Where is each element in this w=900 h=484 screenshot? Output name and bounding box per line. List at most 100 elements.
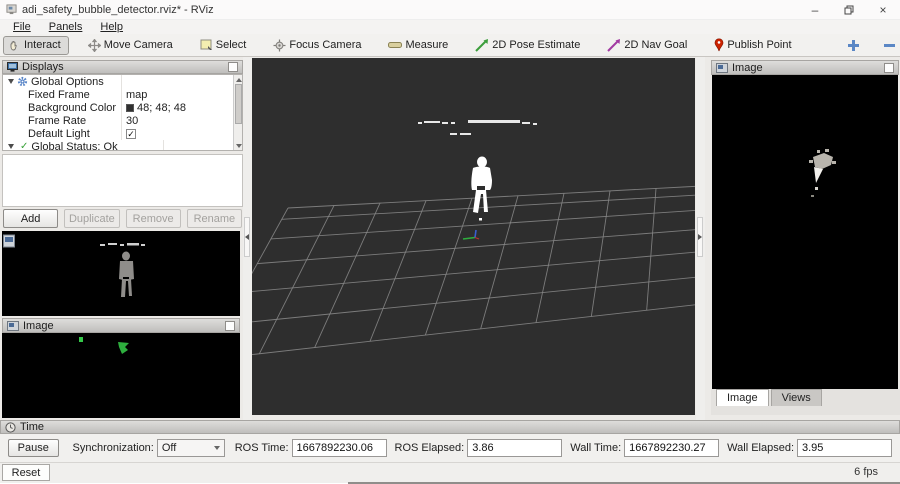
zoom-out-button[interactable] <box>880 36 900 54</box>
tree-value-text[interactable]: map <box>126 89 147 101</box>
close-icon[interactable]: × <box>866 0 900 19</box>
undock-icon[interactable] <box>225 321 235 331</box>
tab-image[interactable]: Image <box>716 389 769 406</box>
render-viewport-3d[interactable] <box>252 58 695 415</box>
tree-row-default-light[interactable]: Default Light ✓ <box>3 127 242 140</box>
tab-views[interactable]: Views <box>771 389 822 406</box>
scroll-up-icon[interactable] <box>234 75 243 84</box>
status-ok-check-icon: ✓ <box>20 141 28 151</box>
tree-row-fixed-frame[interactable]: Fixed Frame map <box>3 88 242 101</box>
menu-file[interactable]: File <box>4 21 40 33</box>
menu-bar: File Panels Help <box>0 20 900 34</box>
move-camera-tool-button[interactable]: Move Camera <box>83 36 181 55</box>
image-panel-header[interactable]: Image <box>2 318 240 333</box>
tree-label-text: Global Status: Ok <box>31 141 117 152</box>
tree-row-background-color[interactable]: Background Color 48; 48; 48 <box>3 101 242 114</box>
sync-value: Off <box>162 442 176 454</box>
pose-estimate-tool-button[interactable]: 2D Pose Estimate <box>470 36 588 55</box>
displays-buttons: Add Duplicate Remove Rename <box>3 209 242 228</box>
menu-help[interactable]: Help <box>91 21 132 33</box>
right-image-panel-header[interactable]: Image <box>711 60 899 75</box>
tree-value-text[interactable]: 30 <box>126 115 138 127</box>
time-panel-header[interactable]: Time <box>0 420 900 434</box>
tool-label: 2D Nav Goal <box>624 39 687 51</box>
tree-row-global-status[interactable]: ✓ Global Status: Ok <box>3 140 242 151</box>
camera-image-bottom <box>2 333 240 418</box>
select-tool-button[interactable]: Select <box>195 36 255 54</box>
right-panel-tabs: Image Views <box>711 389 900 415</box>
collapse-right-handle[interactable] <box>697 217 703 257</box>
tree-row-frame-rate[interactable]: Frame Rate 30 <box>3 114 242 127</box>
target-icon <box>273 39 286 52</box>
hand-icon <box>8 39 21 52</box>
focus-camera-tool-button[interactable]: Focus Camera <box>268 36 369 55</box>
right-detection-view <box>712 75 898 389</box>
ros-time-input[interactable] <box>292 439 387 457</box>
image-icon <box>716 63 728 73</box>
time-panel-title: Time <box>20 421 44 433</box>
rename-button: Rename <box>187 209 242 228</box>
detection-view <box>2 333 240 418</box>
minimize-icon[interactable]: – <box>798 0 832 19</box>
ros-time-label: ROS Time: <box>235 442 289 454</box>
minus-icon <box>883 43 896 48</box>
panel-icon <box>3 234 15 248</box>
pause-button[interactable]: Pause <box>8 439 59 457</box>
wall-time-input[interactable] <box>624 439 719 457</box>
chevron-down-icon[interactable] <box>8 144 14 149</box>
wall-elapsed-input[interactable] <box>797 439 892 457</box>
displays-panel-header[interactable]: Displays <box>2 60 243 74</box>
scrollbar-thumb[interactable] <box>235 84 242 124</box>
sync-dropdown[interactable]: Off <box>157 439 225 457</box>
chevron-down-icon[interactable] <box>8 79 14 84</box>
tree-row-global-options[interactable]: Global Options <box>3 75 242 88</box>
menu-panels[interactable]: Panels <box>40 21 92 33</box>
right-splitter[interactable] <box>696 57 705 420</box>
green-arrow-icon <box>475 39 489 52</box>
color-swatch <box>126 104 134 112</box>
nav-goal-tool-button[interactable]: 2D Nav Goal <box>602 36 695 55</box>
image-panel-title: Image <box>23 320 54 332</box>
tree-label-text: Default Light <box>28 128 90 140</box>
restore-icon[interactable] <box>832 0 866 19</box>
ros-elapsed-input[interactable] <box>467 439 562 457</box>
displays-icon <box>7 62 18 72</box>
wall-time-label: Wall Time: <box>570 442 621 454</box>
tool-label: Measure <box>405 39 448 51</box>
add-button[interactable]: Add <box>3 209 58 228</box>
tool-label: Select <box>216 39 247 51</box>
displays-empty-list <box>2 154 243 207</box>
map-pin-icon <box>714 38 724 52</box>
scroll-down-icon[interactable] <box>234 141 243 150</box>
interact-tool-button[interactable]: Interact <box>3 36 69 55</box>
status-bar: Reset 6 fps <box>0 462 900 483</box>
checkbox-checked[interactable]: ✓ <box>126 129 136 139</box>
tree-label-text: Global Options <box>31 76 104 88</box>
collapse-left-handle[interactable] <box>244 217 250 257</box>
tool-label: 2D Pose Estimate <box>492 39 580 51</box>
right-camera-image <box>712 75 898 389</box>
purple-arrow-icon <box>607 39 621 52</box>
measure-tool-button[interactable]: Measure <box>383 36 456 54</box>
undock-icon[interactable] <box>228 62 238 72</box>
grid-3d <box>252 58 695 415</box>
undock-icon[interactable] <box>884 63 894 73</box>
tree-scrollbar[interactable] <box>233 75 242 150</box>
zoom-in-button[interactable] <box>844 36 864 54</box>
remove-button: Remove <box>126 209 181 228</box>
wall-elapsed-label: Wall Elapsed: <box>727 442 794 454</box>
ros-elapsed-label: ROS Elapsed: <box>395 442 465 454</box>
triangle-right-icon <box>698 234 702 240</box>
person-pointcloud <box>471 157 492 221</box>
right-image-panel-title: Image <box>732 62 763 74</box>
gear-icon <box>17 76 28 87</box>
left-splitter[interactable] <box>243 57 252 420</box>
tree-value-text[interactable]: 48; 48; 48 <box>137 102 186 114</box>
tool-label: Move Camera <box>104 39 173 51</box>
image-icon <box>7 321 19 331</box>
tree-label-text: Background Color <box>28 102 116 114</box>
displays-tree[interactable]: Global Options Fixed Frame map Backgroun… <box>2 74 243 151</box>
reset-button[interactable]: Reset <box>2 464 50 481</box>
depth-person-view <box>2 231 240 316</box>
publish-point-tool-button[interactable]: Publish Point <box>709 35 799 55</box>
